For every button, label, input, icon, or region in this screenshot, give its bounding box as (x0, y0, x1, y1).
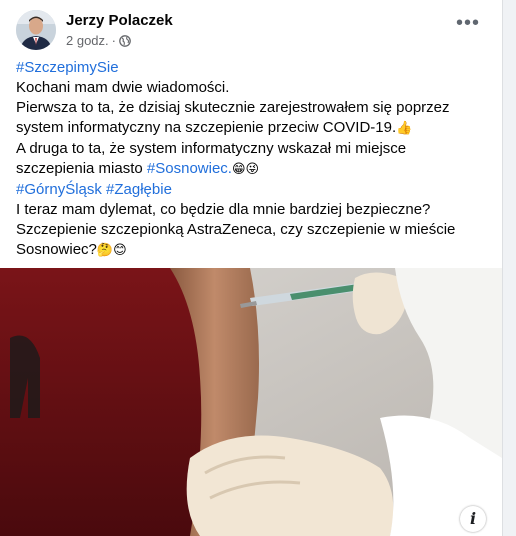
meta-separator: · (111, 33, 116, 48)
post-text-span: szczepienia miasto (16, 160, 147, 177)
post-text: #SzczepimySie Kochani mam dwie wiadomości… (16, 58, 486, 261)
post-text-span: A druga to ta, że system informatyczny w… (16, 140, 407, 157)
emoji: 👍 (396, 121, 413, 136)
post-text-line: I teraz mam dylemat, co będzie dla mnie … (16, 200, 486, 220)
post-text-span: Kochani mam dwie wiadomości. (16, 79, 230, 96)
post-text-span: I teraz mam dylemat, co będzie dla mnie … (16, 201, 431, 218)
facebook-post: Jerzy Polaczek 2 godz. · ••• #SzczepimyS… (0, 0, 503, 536)
hashtag-link[interactable]: #SzczepimySie (16, 59, 119, 76)
info-icon[interactable]: i (460, 506, 486, 532)
hashtag-link[interactable]: #Sosnowiec. (147, 160, 232, 177)
post-photo[interactable]: i (0, 268, 502, 536)
post-text-span: Pierwsza to ta, że dzisiaj skutecznie za… (16, 99, 450, 116)
post-text-span: Szczepienie szczepionką AstraZeneca, czy… (16, 221, 456, 238)
post-text-line: Pierwsza to ta, że dzisiaj skutecznie za… (16, 98, 486, 118)
post-text-line: #GórnyŚląsk #Zagłębie (16, 180, 486, 200)
post-text-line: Sosnowiec?🤔😊 (16, 240, 486, 261)
post-header: Jerzy Polaczek 2 godz. · ••• (16, 10, 486, 54)
emoji: 🤔😊 (96, 243, 127, 258)
emoji: 😁😜 (231, 162, 260, 177)
post-meta: 2 godz. · (66, 33, 131, 48)
globe-icon[interactable] (119, 34, 131, 47)
author-name[interactable]: Jerzy Polaczek (66, 12, 173, 29)
avatar[interactable] (16, 10, 56, 50)
post-text-line: #SzczepimySie (16, 58, 486, 78)
post-text-line: system informatyczny na szczepienie prze… (16, 118, 486, 139)
post-text-line: Szczepienie szczepionką AstraZeneca, czy… (16, 220, 486, 240)
post-timestamp[interactable]: 2 godz. (66, 33, 109, 48)
post-text-span: system informatyczny na szczepienie prze… (16, 119, 397, 136)
post-text-line: A druga to ta, że system informatyczny w… (16, 139, 486, 159)
hashtag-link[interactable]: #GórnyŚląsk #Zagłębie (16, 181, 172, 198)
post-text-line: szczepienia miasto #Sosnowiec.😁😜 (16, 159, 486, 180)
post-text-line: Kochani mam dwie wiadomości. (16, 78, 486, 98)
more-options-icon[interactable]: ••• (454, 13, 482, 38)
post-text-span: Sosnowiec? (16, 241, 97, 258)
